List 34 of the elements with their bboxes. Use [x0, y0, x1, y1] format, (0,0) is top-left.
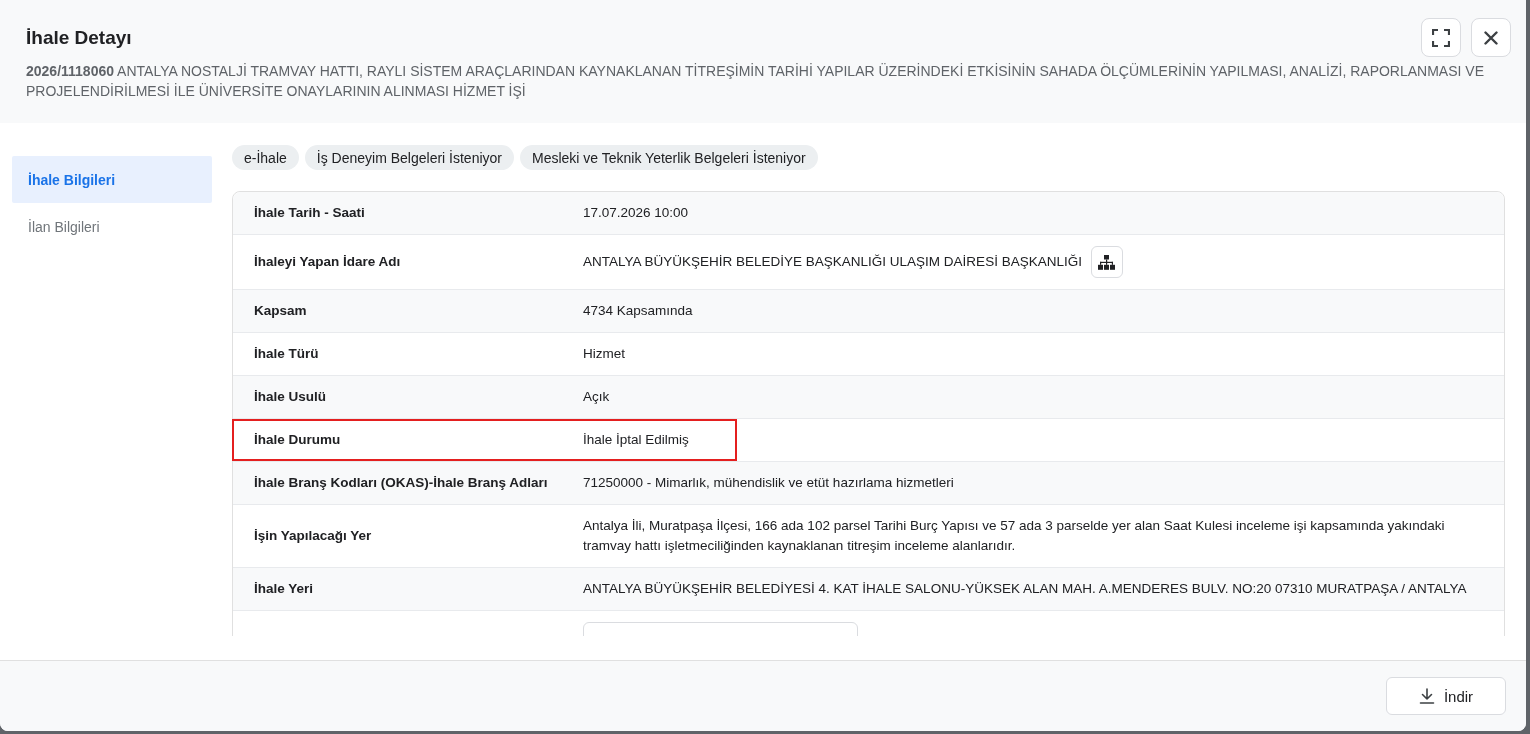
field-label: İhale Yeri — [253, 580, 315, 598]
field-label: İhale Tarih - Saati — [253, 204, 366, 222]
field-value: 71250000 - Mimarlık, mühendislik ve etüt hazırlama hizmetleri — [583, 474, 955, 492]
tender-description: 2026/1118060 ANTALYA NOSTALJİ TRAMVAY HATTI, RAYLI SİSTEM ARAÇLARINDAN KAYNAKLANAN TİTREŞİMİN TARİHİ YAPILAR ÜZERİNDEKİ ETKİSİNİN SAHADA ÖLÇÜMLERİNİN YAPILMASI, ANALİZİ, RAPORLANMASI VE PROJELENDİRİLMESİ İLE ÜNİVERSİTE ONAYLARININ ALINMASI HİZMET İŞİ — [26, 62, 1485, 101]
field-label: İhale Durumu — [253, 431, 342, 449]
sidebar-item[interactable]: İhale Bilgileri — [12, 156, 212, 203]
field-value: ANTALYA BÜYÜKŞEHİR BELEDİYESİ 4. KAT İHALE SALONU-YÜKSEK ALAN MAH. A.MENDERES BULV. NO:20 07310 MURATPAŞA / ANTALYA — [583, 580, 1468, 598]
fullscreen-icon — [1432, 28, 1450, 47]
feature-tag: İş Deneyim Belgeleri İsteniyor — [304, 145, 514, 170]
feature-tag: e-İhale — [232, 145, 299, 170]
field-value: 4734 Kapsamında — [583, 302, 694, 320]
button-label: İndir — [1443, 687, 1474, 705]
dialog-title: İhale Detayı — [26, 25, 132, 50]
field-value: Antalya İli, Muratpaşa İlçesi, 166 ada 102 parsel Tarihi Burç Yapısı ve 57 ada 3 parselde yer alan Saat Kulesi inceleme işi kapsamında yakındaki tramvay hattı işletmeciliğinden kaynaklanan titreşim inceleme alanlarıdır. — [583, 517, 1446, 555]
field-label: İhale Branş Kodları (OKAS)-İhale Branş Adları — [253, 474, 549, 492]
field-label: İhale Usulü — [253, 388, 327, 406]
fullscreen-button[interactable] — [1421, 18, 1461, 57]
org-chart-button[interactable] — [1090, 246, 1123, 278]
hierarchy-icon — [1098, 254, 1116, 270]
field-value: ANTALYA BÜYÜKŞEHİR BELEDİYE BAŞKANLIĞI ULAŞIM DAİRESİ BAŞKANLIĞI — [583, 253, 1082, 271]
field-value: İhale İptal Edilmiş — [583, 431, 690, 449]
field-label: İhale Türü — [253, 345, 320, 363]
field-label: İhaleyi Yapan İdare Adı — [253, 253, 402, 271]
feature-tag: Mesleki ve Teknik Yeterlik Belgeleri İsteniyor — [520, 145, 818, 170]
download-icon — [1418, 688, 1435, 704]
field-value: Açık — [583, 388, 611, 406]
download-button[interactable]: İndir — [1386, 677, 1506, 715]
field-label: İşin Yapılacağı Yer — [253, 527, 373, 545]
field-value: Hizmet — [583, 345, 626, 363]
field-value: 17.07.2026 10:00 — [583, 204, 690, 222]
close-button[interactable] — [1471, 18, 1511, 57]
field-label: Kapsam — [253, 302, 308, 320]
sidebar-item[interactable]: İlan Bilgileri — [12, 203, 212, 250]
close-icon — [1484, 30, 1498, 45]
